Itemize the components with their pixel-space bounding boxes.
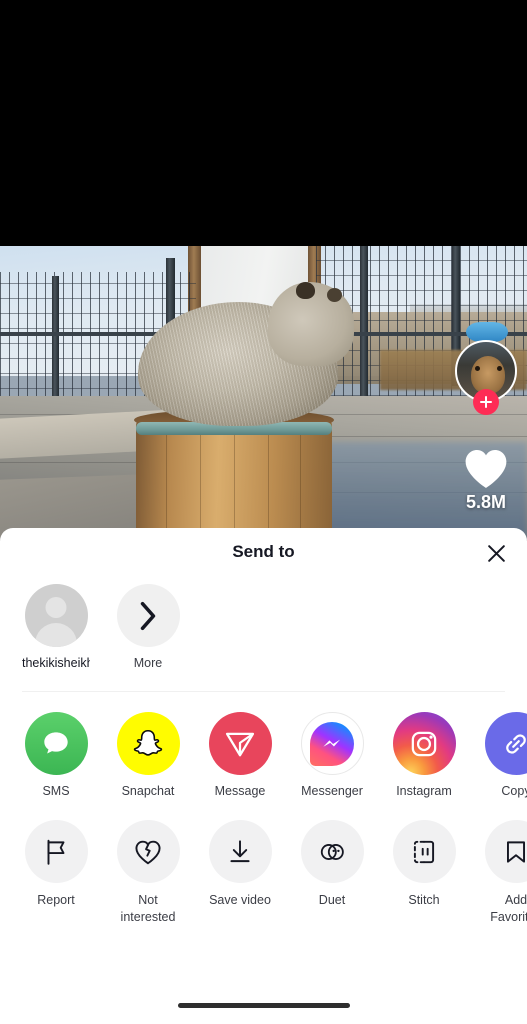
like-control[interactable]: 5.8M <box>455 446 517 513</box>
recipient-more[interactable]: More <box>114 584 182 670</box>
download-icon <box>208 820 272 883</box>
action-label: Save video <box>209 893 271 907</box>
action-label: Duet <box>318 893 346 907</box>
share-target-sms[interactable]: SMS <box>24 712 88 798</box>
action-label: Add Favorites <box>490 893 527 924</box>
video-action-rail: 5.8M <box>455 340 517 513</box>
recipient-label: thekikisheikh <box>22 656 90 670</box>
action-add-favorites[interactable]: Add Favorites <box>484 820 527 926</box>
more-button[interactable] <box>116 584 180 647</box>
sheet-header: Send to <box>0 528 527 576</box>
sms-icon <box>24 712 88 775</box>
message-icon <box>208 712 272 775</box>
chevron-right-icon <box>140 601 156 630</box>
follow-button[interactable] <box>473 389 499 415</box>
action-label: Report <box>37 893 75 907</box>
video-actions-row: Report Not interested Save video Duet St… <box>0 798 527 926</box>
heart-icon[interactable] <box>462 446 510 490</box>
action-not-interested[interactable]: Not interested <box>116 820 180 926</box>
fence-post-1 <box>52 276 59 404</box>
action-stitch[interactable]: Stitch <box>392 820 456 926</box>
action-save-video[interactable]: Save video <box>208 820 272 926</box>
app-label: Copy <box>501 784 527 798</box>
capybara-ear-left <box>296 282 315 299</box>
like-count: 5.8M <box>465 492 507 512</box>
messenger-icon <box>300 712 364 775</box>
video-frame <box>0 246 527 540</box>
share-sheet: Send to thekikisheikh More SMS Snapchat … <box>0 528 527 1024</box>
app-label: Message <box>214 784 266 798</box>
home-indicator[interactable] <box>177 1003 350 1008</box>
app-label: Messenger <box>301 784 363 798</box>
letterbox-top <box>0 0 527 246</box>
more-label: More <box>133 656 163 670</box>
creator-profile[interactable] <box>455 340 517 415</box>
copy-link-icon <box>484 712 527 775</box>
flag-icon <box>24 820 88 883</box>
share-target-messenger[interactable]: Messenger <box>300 712 364 798</box>
instagram-icon <box>392 712 456 775</box>
stitch-icon <box>392 820 456 883</box>
water-bowl <box>466 322 508 342</box>
share-target-copy-link[interactable]: Copy <box>484 712 527 798</box>
share-target-instagram[interactable]: Instagram <box>392 712 456 798</box>
broken-heart-icon <box>116 820 180 883</box>
share-target-snapchat[interactable]: Snapchat <box>116 712 180 798</box>
action-label: Stitch <box>408 893 440 907</box>
app-label: Instagram <box>396 784 452 798</box>
share-target-message[interactable]: Message <box>208 712 272 798</box>
capybara-ear-right <box>327 288 342 302</box>
duet-icon <box>300 820 364 883</box>
recipients-row: thekikisheikh More <box>0 576 527 670</box>
share-apps-row: SMS Snapchat Message Messenger Instagram… <box>0 692 527 798</box>
app-label: Snapchat <box>121 784 175 798</box>
action-duet[interactable]: Duet <box>300 820 364 926</box>
recipient-thekikisheikh[interactable]: thekikisheikh <box>22 584 90 670</box>
bookmark-icon <box>484 820 527 883</box>
action-report[interactable]: Report <box>24 820 88 926</box>
close-button[interactable] <box>479 536 513 570</box>
avatar-placeholder-icon <box>24 584 88 647</box>
close-icon <box>487 544 505 562</box>
page-title: Send to <box>232 542 295 561</box>
fence-post-3 <box>360 246 368 398</box>
action-label: Not interested <box>120 893 176 924</box>
snapchat-icon <box>116 712 180 775</box>
app-label: SMS <box>42 784 70 798</box>
